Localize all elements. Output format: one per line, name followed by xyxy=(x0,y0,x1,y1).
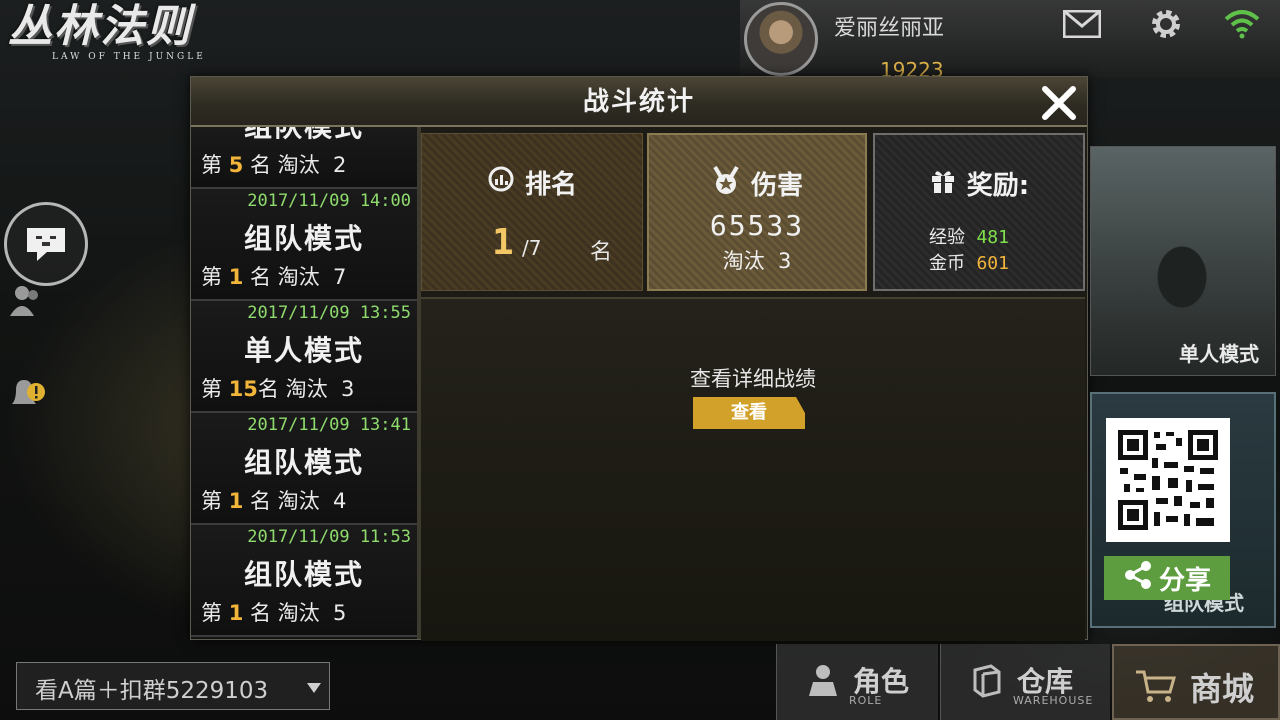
role-icon xyxy=(805,662,841,698)
avatar[interactable] xyxy=(744,2,818,76)
history-time: 2017/11/09 14:00 xyxy=(247,191,411,211)
history-time: 2017/11/09 13:41 xyxy=(247,415,411,435)
history-mode: 组队模式 xyxy=(243,222,364,255)
history-result: 第 1 名 淘汰 4 xyxy=(201,489,347,513)
nav-shop-label: 商城 xyxy=(1190,670,1255,708)
reward-exp: 经验 481 xyxy=(929,227,1009,248)
history-entry[interactable]: 2017/11/09 11:53 组队模式 第 1 名 淘汰 5 xyxy=(191,525,417,637)
dialog-title: 战斗统计 xyxy=(582,87,695,117)
chat-bubble-icon[interactable] xyxy=(4,202,88,286)
reward-card: 奖励: 经验 481 金币 601 xyxy=(873,133,1085,291)
rank-chart-icon xyxy=(487,165,515,200)
rank-value: 1 xyxy=(492,222,514,263)
cart-icon xyxy=(1134,668,1176,704)
gear-icon[interactable] xyxy=(1146,6,1186,42)
reward-card-title: 奖励: xyxy=(966,171,1030,201)
promo-text: 看A篇＋扣群5229103 xyxy=(35,678,269,704)
solo-mode-card[interactable]: 单人模式 xyxy=(1090,146,1276,376)
share-button[interactable]: 分享 xyxy=(1104,556,1230,600)
nav-warehouse-sub: WAREHOUSE xyxy=(1013,694,1094,707)
logo-subtitle: LAW OF THE JUNGLE xyxy=(52,52,206,62)
details-text: 查看详细战绩 xyxy=(690,367,816,391)
history-mode: 组队模式 xyxy=(243,446,364,479)
warehouse-icon xyxy=(969,662,1005,698)
bell-alert-icon[interactable] xyxy=(8,376,45,412)
soldier-art xyxy=(1127,227,1237,347)
damage-card: 伤害 65533 淘汰 3 xyxy=(647,133,867,291)
nav-role-button[interactable]: 角色 ROLE xyxy=(776,644,938,720)
wifi-icon xyxy=(1222,6,1262,42)
gift-icon xyxy=(929,166,957,201)
rank-total: /7 xyxy=(522,236,542,260)
player-top-bar xyxy=(740,0,1280,78)
nav-shop-button[interactable]: 商城 xyxy=(1112,644,1280,720)
friends-icon[interactable] xyxy=(8,282,44,318)
reward-coin: 金币 601 xyxy=(929,253,1009,274)
history-result: 第 1 名 淘汰 7 xyxy=(201,265,347,289)
history-time: 2017/11/09 13:55 xyxy=(247,303,411,323)
history-mode: 组队模式 xyxy=(191,127,417,145)
history-entry[interactable]: 组队模式 第 5 名 淘汰 2 xyxy=(191,127,417,189)
history-entry[interactable]: 2017/11/09 13:41 组队模式 第 1 名 淘汰 4 xyxy=(191,413,417,525)
share-label: 分享 xyxy=(1158,565,1211,596)
history-result: 第 1 名 淘汰 5 xyxy=(201,601,347,625)
battle-stats-dialog: 战斗统计 组队模式 第 5 名 淘汰 2 2017/11/09 14:00 组队… xyxy=(190,76,1088,641)
damage-value: 65533 xyxy=(709,209,805,242)
damage-kills: 淘汰 3 xyxy=(722,249,792,273)
chevron-down-icon xyxy=(307,683,321,693)
history-mode: 单人模式 xyxy=(243,334,364,367)
details-panel: 查看详细战绩 查看 xyxy=(421,297,1085,641)
nav-warehouse-button[interactable]: 仓库 WAREHOUSE xyxy=(940,644,1110,720)
mail-icon[interactable] xyxy=(1062,6,1102,42)
history-mode: 组队模式 xyxy=(243,558,364,591)
solo-mode-label: 单人模式 xyxy=(1179,342,1259,366)
history-time: 2017/11/09 11:53 xyxy=(247,527,411,547)
match-history-list[interactable]: 组队模式 第 5 名 淘汰 2 2017/11/09 14:00 组队模式 第 … xyxy=(191,127,417,639)
player-name: 爱丽丝丽亚 xyxy=(834,16,945,41)
share-icon xyxy=(1123,560,1153,597)
rank-card-title: 排名 xyxy=(524,170,577,200)
rank-unit: 名 xyxy=(590,240,613,265)
logo-title: 丛林法则 xyxy=(8,1,192,52)
medal-icon xyxy=(711,165,741,202)
game-logo: 丛林法则 LAW OF THE JUNGLE xyxy=(8,2,228,64)
history-entry[interactable]: 2017/11/09 14:00 组队模式 第 1 名 淘汰 7 xyxy=(191,189,417,301)
nav-role-sub: ROLE xyxy=(849,694,883,707)
promo-dropdown[interactable]: 看A篇＋扣群5229103 xyxy=(16,662,330,710)
history-result: 第 15名 淘汰 3 xyxy=(201,377,355,401)
view-details-button[interactable]: 查看 xyxy=(693,397,805,429)
dialog-header: 战斗统计 xyxy=(191,77,1087,127)
close-icon[interactable] xyxy=(1039,83,1079,123)
rank-card: 排名 1 /7 名 xyxy=(421,133,643,291)
history-result: 第 5 名 淘汰 2 xyxy=(201,153,347,177)
qr-code xyxy=(1106,418,1230,542)
history-entry[interactable]: 2017/11/09 13:55 单人模式 第 15名 淘汰 3 xyxy=(191,301,417,413)
stat-cards: 排名 1 /7 名 伤害 65533 淘汰 3 奖励: 经验 481 金币 60… xyxy=(421,133,1085,293)
damage-card-title: 伤害 xyxy=(750,171,803,201)
